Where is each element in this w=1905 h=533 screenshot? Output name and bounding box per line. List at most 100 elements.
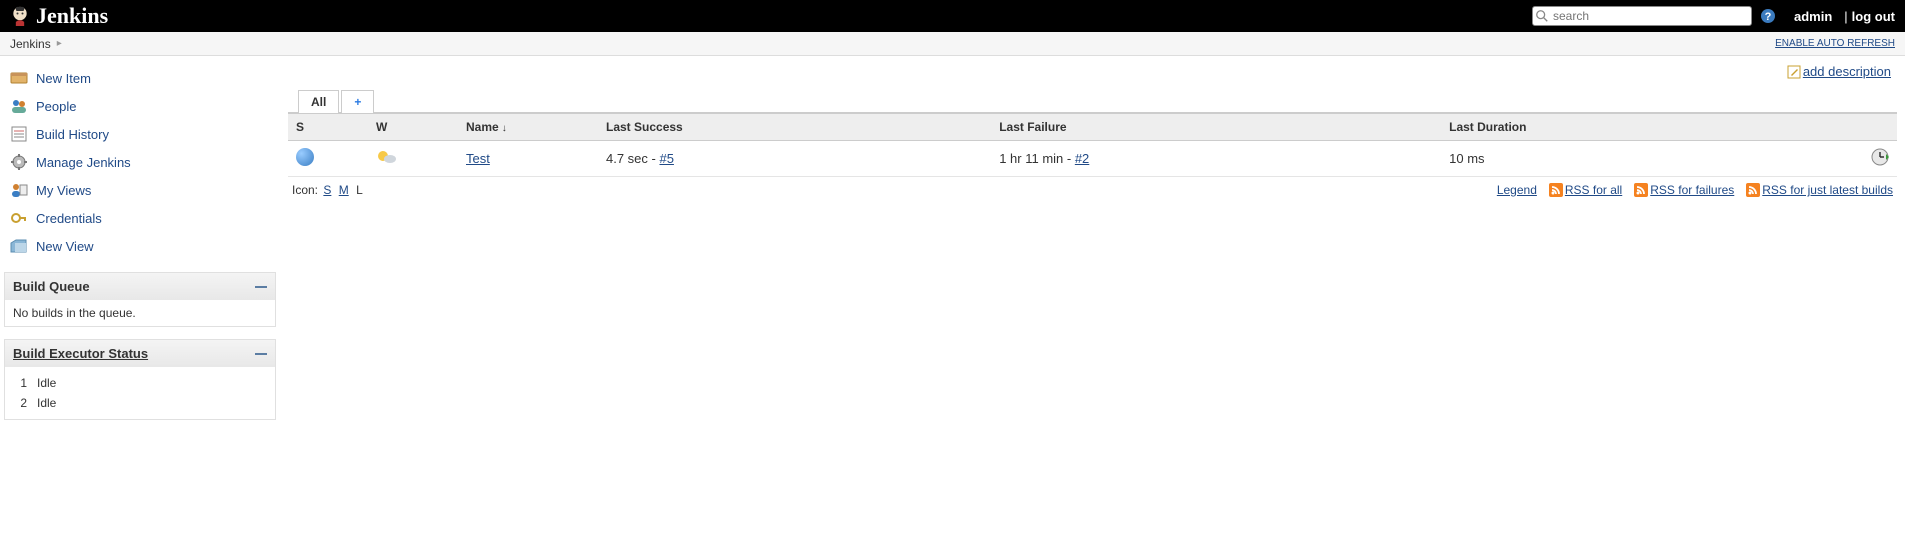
search-box [1532,6,1752,26]
col-last-failure[interactable]: Last Failure [991,114,1441,141]
sidebar-item-manage-jenkins[interactable]: Manage Jenkins [4,148,276,176]
build-executor-panel: Build Executor Status 1 Idle 2 Idle [4,339,276,420]
icon-size-l-current: L [356,183,363,197]
footer-links: Legend RSS for all RSS for failures RSS … [1497,183,1893,197]
cell-last-duration: 10 ms [1441,141,1837,177]
build-queue-header: Build Queue [5,273,275,300]
breadcrumb-root[interactable]: Jenkins [10,37,51,51]
col-name[interactable]: Name↓ [458,114,598,141]
build-history-icon [10,125,28,143]
collapse-icon[interactable] [255,283,267,291]
panel-title-link[interactable]: Build Executor Status [13,346,148,361]
sidebar-item-people[interactable]: People [4,92,276,120]
rss-latest-wrap: RSS for just latest builds [1746,183,1893,197]
brand-logo[interactable]: Jenkins [10,3,108,29]
build-executor-body: 1 Idle 2 Idle [5,367,275,419]
sidebar: New Item People Build History Manage Jen… [0,56,280,428]
legend-link[interactable]: Legend [1497,183,1537,197]
breadcrumb-bar: Jenkins ▸ ENABLE AUTO REFRESH [0,32,1905,56]
top-header: Jenkins ? admin | log out [0,0,1905,32]
top-actions: add description [288,56,1897,83]
cell-schedule [1837,141,1897,177]
queue-empty-text: No builds in the queue. [13,306,136,320]
schedule-build-icon[interactable] [1871,148,1889,166]
sidebar-item-my-views[interactable]: My Views [4,176,276,204]
credentials-icon [10,209,28,227]
build-queue-panel: Build Queue No builds in the queue. [4,272,276,327]
icon-size-label: Icon: [292,183,318,197]
build-link[interactable]: #5 [659,151,673,166]
icon-size-s[interactable]: S [323,183,331,197]
weather-partly-sunny-icon [376,148,398,166]
brand-text: Jenkins [36,3,108,29]
rss-failures-wrap: RSS for failures [1634,183,1734,197]
edit-icon [1787,65,1801,79]
status-ball-blue-icon [296,148,314,166]
job-link[interactable]: Test [466,151,490,166]
help-icon[interactable]: ? [1760,8,1776,24]
col-last-duration[interactable]: Last Duration [1441,114,1837,141]
enable-auto-refresh-link[interactable]: ENABLE AUTO REFRESH [1775,38,1895,49]
search-icon [1535,9,1549,23]
cell-last-failure: 1 hr 11 min - #2 [991,141,1441,177]
cell-last-success: 4.7 sec - #5 [598,141,991,177]
col-weather[interactable]: W [368,114,458,141]
executor-number: 1 [13,376,27,390]
build-executor-header: Build Executor Status [5,340,275,367]
executor-row: 2 Idle [13,393,267,413]
col-status[interactable]: S [288,114,368,141]
my-views-icon [10,181,28,199]
view-tabs: All + [288,89,1897,113]
header-separator: | [1844,9,1847,24]
new-view-icon [10,237,28,255]
rss-failures-link[interactable]: RSS for failures [1650,183,1734,197]
sidebar-item-new-view[interactable]: New View [4,232,276,260]
sort-down-icon: ↓ [502,123,507,134]
jenkins-head-icon [10,5,30,27]
rss-latest-link[interactable]: RSS for just latest builds [1762,183,1893,197]
logout-link[interactable]: log out [1852,9,1895,24]
sidebar-item-label: Manage Jenkins [36,155,131,170]
sidebar-item-credentials[interactable]: Credentials [4,204,276,232]
table-footer: Icon: S M L Legend RSS for all RSS for f… [288,177,1897,203]
sidebar-item-label: My Views [36,183,91,198]
rss-icon [1746,183,1760,197]
collapse-icon[interactable] [255,350,267,358]
people-icon [10,97,28,115]
executor-state: Idle [37,396,56,410]
tab-new-view[interactable]: + [341,90,374,113]
rss-all-wrap: RSS for all [1549,183,1622,197]
user-link[interactable]: admin [1794,9,1832,24]
sidebar-item-label: Build History [36,127,109,142]
icon-size-m[interactable]: M [339,183,349,197]
chevron-right-icon: ▸ [57,38,62,49]
sidebar-item-new-item[interactable]: New Item [4,64,276,92]
cell-weather [368,141,458,177]
build-link[interactable]: #2 [1075,151,1089,166]
cell-name: Test [458,141,598,177]
sidebar-item-build-history[interactable]: Build History [4,120,276,148]
executor-number: 2 [13,396,27,410]
sidebar-item-label: New View [36,239,94,254]
rss-all-link[interactable]: RSS for all [1565,183,1622,197]
main-panel: add description All + S W Name↓ Last Suc… [280,56,1905,428]
sidebar-item-label: Credentials [36,211,102,226]
executor-row: 1 Idle [13,373,267,393]
sidebar-item-label: New Item [36,71,91,86]
sidebar-nav: New Item People Build History Manage Jen… [4,64,276,260]
sidebar-item-label: People [36,99,76,114]
new-item-icon [10,69,28,87]
svg-text:?: ? [1765,11,1772,23]
table-row: Test 4.7 sec - #5 1 hr 11 min - #2 10 ms [288,141,1897,177]
col-last-success[interactable]: Last Success [598,114,991,141]
tab-all[interactable]: All [298,90,339,113]
add-description-link[interactable]: add description [1803,64,1891,79]
rss-icon [1549,183,1563,197]
panel-title: Build Queue [13,279,90,294]
icon-size-links: S M L [321,183,364,197]
search-input[interactable] [1532,6,1752,26]
executor-state: Idle [37,376,56,390]
gear-icon [10,153,28,171]
build-queue-body: No builds in the queue. [5,300,275,326]
cell-status [288,141,368,177]
